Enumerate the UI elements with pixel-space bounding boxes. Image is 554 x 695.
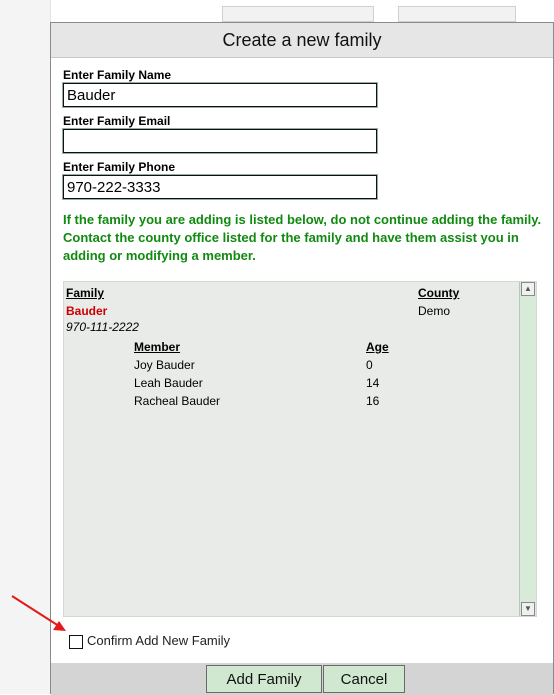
confirm-add-label: Confirm Add New Family bbox=[87, 633, 231, 648]
scroll-up-icon[interactable]: ▲ bbox=[521, 282, 535, 296]
cancel-button[interactable]: Cancel bbox=[323, 665, 405, 693]
background-tab bbox=[222, 6, 374, 22]
member-row: Joy Bauder 0 bbox=[134, 358, 394, 372]
member-age: 0 bbox=[366, 358, 373, 372]
dialog-title: Create a new family bbox=[51, 23, 553, 58]
family-email-input[interactable] bbox=[62, 128, 378, 154]
family-phone-label: Enter Family Phone bbox=[63, 160, 176, 174]
dialog-button-bar: Add Family Cancel bbox=[51, 663, 553, 695]
family-email-label: Enter Family Email bbox=[63, 114, 171, 128]
county-value: Demo bbox=[418, 304, 451, 318]
family-phone-input[interactable] bbox=[62, 174, 378, 200]
create-family-dialog: Create a new family Enter Family Name En… bbox=[50, 22, 554, 695]
member-column-header: Member bbox=[134, 340, 181, 354]
member-row: Racheal Bauder 16 bbox=[134, 394, 394, 408]
list-scrollbar[interactable]: ▲ ▼ bbox=[519, 282, 536, 616]
arrow-shaft bbox=[11, 595, 63, 629]
member-name: Joy Bauder bbox=[134, 358, 195, 372]
family-name-input[interactable] bbox=[62, 82, 378, 108]
scroll-down-icon[interactable]: ▼ bbox=[521, 602, 535, 616]
county-column-header: County bbox=[418, 286, 460, 300]
age-column-header: Age bbox=[366, 340, 389, 354]
background-tab bbox=[398, 6, 516, 22]
member-age: 16 bbox=[366, 394, 380, 408]
duplicate-family-warning: If the family you are adding is listed b… bbox=[63, 212, 542, 263]
add-family-button[interactable]: Add Family bbox=[206, 665, 322, 693]
member-row: Leah Bauder 14 bbox=[134, 376, 394, 390]
confirm-add-row[interactable]: Confirm Add New Family bbox=[69, 633, 230, 649]
member-name: Racheal Bauder bbox=[134, 394, 221, 408]
member-name: Leah Bauder bbox=[134, 376, 203, 390]
member-age: 14 bbox=[366, 376, 380, 390]
annotation-arrow-icon bbox=[11, 595, 66, 631]
family-name-label: Enter Family Name bbox=[63, 68, 172, 82]
family-form: Enter Family Name Enter Family Email Ent… bbox=[62, 67, 543, 205]
matching-families-list[interactable]: Family County Bauder Demo 970-111-2222 M… bbox=[63, 281, 537, 617]
